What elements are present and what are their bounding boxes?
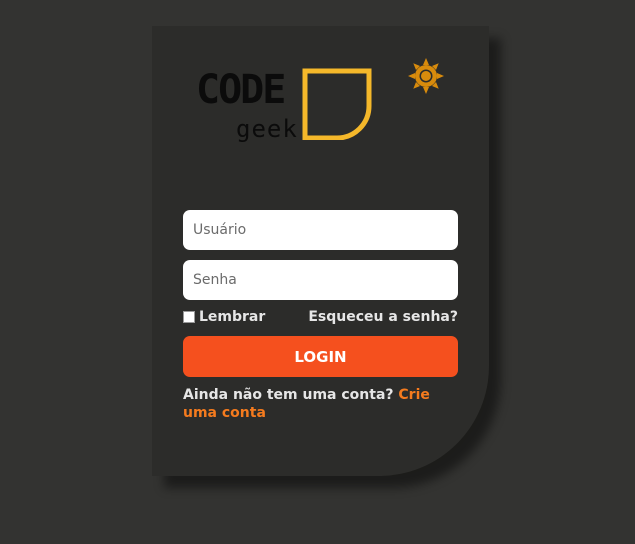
codegeek-logo: CODE geek — [196, 66, 376, 151]
password-input[interactable] — [183, 260, 458, 300]
sun-icon — [408, 58, 444, 94]
logo-word-geek: geek — [236, 115, 298, 143]
remember-checkbox[interactable] — [183, 311, 195, 323]
signup-prompt: Ainda não tem uma conta? Crie uma conta — [183, 386, 443, 422]
signup-prompt-text: Ainda não tem uma conta? — [183, 387, 399, 403]
forgot-password-link[interactable]: Esqueceu a senha? — [308, 309, 458, 325]
login-card: CODE geek Lembrar — [152, 26, 489, 476]
remember-label: Lembrar — [199, 309, 266, 325]
logo-mark-icon — [302, 68, 372, 140]
username-input[interactable] — [183, 210, 458, 250]
login-options-row: Lembrar Esqueceu a senha? — [183, 309, 458, 329]
remember-me[interactable]: Lembrar — [183, 309, 265, 325]
logo-word-code: CODE — [196, 67, 286, 113]
theme-toggle-button[interactable] — [406, 56, 446, 96]
login-button[interactable]: LOGIN — [183, 336, 458, 377]
